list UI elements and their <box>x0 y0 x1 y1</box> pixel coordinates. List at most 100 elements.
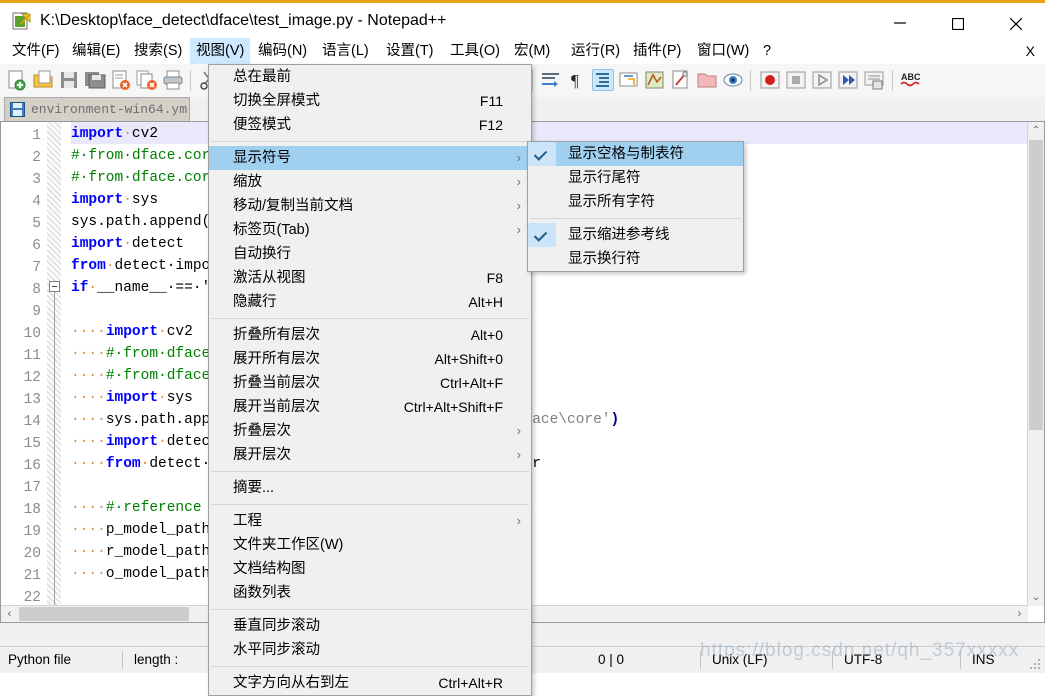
line-number: 9 <box>32 304 41 320</box>
macro-record-icon[interactable] <box>759 69 781 91</box>
menu-item-text-direction-rtl[interactable]: 文字方向从右到左 Ctrl+Alt+R <box>209 671 531 695</box>
menu-item-project[interactable]: 工程 › <box>209 509 531 533</box>
line-number: 13 <box>23 392 41 408</box>
menubar-item-plugins[interactable]: 插件(P) <box>627 38 687 64</box>
menu-item-fold-all[interactable]: 折叠所有层次 Alt+0 <box>209 323 531 347</box>
menu-item-function-list[interactable]: 函数列表 <box>209 581 531 605</box>
menu-item-label: 折叠所有层次 <box>233 327 320 343</box>
menubar-item-macro[interactable]: 宏(M) <box>508 38 556 64</box>
scroll-down-arrow-icon[interactable]: ⌄ <box>1028 589 1044 606</box>
submenu-item-label: 显示空格与制表符 <box>568 146 684 162</box>
menubar-item-tools[interactable]: 工具(O) <box>444 38 506 64</box>
scroll-right-arrow-icon[interactable]: › <box>1011 606 1028 622</box>
submenu-item-label: 显示所有字符 <box>568 194 655 210</box>
menu-item-synchronize-horizontal-scrolling[interactable]: 水平同步滚动 <box>209 638 531 662</box>
line-number: 4 <box>32 194 41 210</box>
save-all-icon[interactable] <box>84 69 106 91</box>
show-symbol-submenu[interactable]: 显示空格与制表符 显示行尾符 显示所有字符 显示缩进参考线 显示换行符 <box>527 141 744 272</box>
user-defined-language-icon[interactable] <box>644 69 666 91</box>
menu-item-collapse-level[interactable]: 折叠层次 › <box>209 419 531 443</box>
monitoring-icon[interactable] <box>722 69 744 91</box>
menu-item-synchronize-vertical-scrolling[interactable]: 垂直同步滚动 <box>209 614 531 638</box>
menu-item-label: 展开层次 <box>233 447 291 463</box>
new-file-icon[interactable] <box>6 69 28 91</box>
line-number: 16 <box>23 458 41 474</box>
view-dropdown-menu[interactable]: 总在最前 切换全屏模式 F11 便签模式 F12 显示符号 › 缩放 › 移动/复制当前… <box>208 64 532 696</box>
minimize-button[interactable] <box>877 6 923 38</box>
menu-item-label: 文件夹工作区(W) <box>233 537 344 553</box>
submenu-item-show-all-characters[interactable]: 显示所有字符 <box>528 190 743 214</box>
svg-text:ABC: ABC <box>901 72 921 82</box>
submenu-item-label: 显示换行符 <box>568 251 641 267</box>
line-number: 15 <box>23 436 41 452</box>
save-icon[interactable] <box>58 69 80 91</box>
menu-item-show-symbol[interactable]: 显示符号 › <box>209 146 531 170</box>
scroll-left-arrow-icon[interactable]: ‹ <box>1 606 18 622</box>
indent-guide-icon[interactable] <box>618 69 640 91</box>
menu-item-uncollapse-level[interactable]: 展开层次 › <box>209 443 531 467</box>
close-all-icon[interactable] <box>136 69 158 91</box>
submenu-item-show-wrap-symbol[interactable]: 显示换行符 <box>528 247 743 271</box>
menu-item-label: 垂直同步滚动 <box>233 618 320 634</box>
menubar-item-window[interactable]: 窗口(W) <box>691 38 755 64</box>
menu-item-document-map[interactable]: 文档结构图 <box>209 557 531 581</box>
macro-stop-icon[interactable] <box>785 69 807 91</box>
word-wrap-icon[interactable] <box>540 69 562 91</box>
menu-item-unfold-all[interactable]: 展开所有层次 Alt+Shift+0 <box>209 347 531 371</box>
document-tab[interactable]: environment-win64.ym <box>4 97 190 121</box>
menu-item-zoom[interactable]: 缩放 › <box>209 170 531 194</box>
menubar-item-search[interactable]: 搜索(S) <box>128 38 188 64</box>
menu-item-folder-as-workspace[interactable]: 文件夹工作区(W) <box>209 533 531 557</box>
close-button[interactable] <box>993 6 1039 38</box>
resize-grip-icon[interactable] <box>1030 659 1042 671</box>
menubar-item-settings[interactable]: 设置(T) <box>380 38 440 64</box>
open-file-icon[interactable] <box>32 69 54 91</box>
menu-item-focus-on-another-view[interactable]: 激活从视图 F8 <box>209 266 531 290</box>
submenu-item-show-white-space-and-tab[interactable]: 显示空格与制表符 <box>528 142 743 166</box>
menu-item-tab[interactable]: 标签页(Tab) › <box>209 218 531 242</box>
menubar-item-edit[interactable]: 编辑(E) <box>66 38 126 64</box>
pilcrow-icon[interactable]: ¶ <box>566 69 588 91</box>
horizontal-scroll-thumb[interactable] <box>19 607 189 621</box>
menubar-item-run[interactable]: 运行(R) <box>565 38 626 64</box>
close-file-icon[interactable] <box>110 69 132 91</box>
vertical-scroll-thumb[interactable] <box>1029 140 1043 430</box>
fold-margin-inner <box>61 122 71 622</box>
show-all-characters-icon[interactable] <box>592 69 614 91</box>
menu-item-toggle-fullscreen[interactable]: 切换全屏模式 F11 <box>209 89 531 113</box>
menu-item-word-wrap[interactable]: 自动换行 <box>209 242 531 266</box>
document-map-icon[interactable] <box>670 69 692 91</box>
menu-item-label: 文档结构图 <box>233 561 306 577</box>
macro-play-icon[interactable] <box>811 69 833 91</box>
menubar-item-language[interactable]: 语言(L) <box>316 38 375 64</box>
notepadpp-window: K:\Desktop\face_detect\dface\test_image.… <box>0 0 1045 696</box>
menubar-item-file[interactable]: 文件(F) <box>6 38 66 64</box>
submenu-item-label: 显示缩进参考线 <box>568 227 670 243</box>
menu-item-uncollapse-current-level[interactable]: 展开当前层次 Ctrl+Alt+Shift+F <box>209 395 531 419</box>
checkmark-icon <box>528 223 556 247</box>
fold-collapse-icon[interactable] <box>49 281 60 292</box>
status-encoding: UTF-8 <box>844 652 883 667</box>
editor-vertical-scrollbar[interactable]: ⌃ ⌄ <box>1027 122 1044 606</box>
macro-playmulti-icon[interactable] <box>837 69 859 91</box>
scroll-up-arrow-icon[interactable]: ⌃ <box>1028 122 1044 139</box>
menu-item-summary[interactable]: 摘要... <box>209 476 531 500</box>
close-document-button[interactable]: X <box>1026 38 1035 64</box>
menu-item-hide-lines[interactable]: 隐藏行 Alt+H <box>209 290 531 314</box>
spell-check-icon[interactable]: ABC <box>900 69 922 91</box>
line-number: 19 <box>23 524 41 540</box>
submenu-item-show-indent-guide[interactable]: 显示缩进参考线 <box>528 223 743 247</box>
menu-item-move-clone-document[interactable]: 移动/复制当前文档 › <box>209 194 531 218</box>
menubar-item-encoding[interactable]: 编码(N) <box>252 38 313 64</box>
menu-item-always-on-top[interactable]: 总在最前 <box>209 65 531 89</box>
code-line: import·cv2 <box>71 126 159 142</box>
maximize-button[interactable] <box>935 6 981 38</box>
macro-save-icon[interactable] <box>863 69 885 91</box>
print-icon[interactable] <box>162 69 184 91</box>
submenu-item-show-end-of-line[interactable]: 显示行尾符 <box>528 166 743 190</box>
menu-item-collapse-current-level[interactable]: 折叠当前层次 Ctrl+Alt+F <box>209 371 531 395</box>
menubar-item-view[interactable]: 视图(V) <box>190 38 251 64</box>
folder-workspace-icon[interactable] <box>696 69 718 91</box>
menu-item-post-it[interactable]: 便签模式 F12 <box>209 113 531 137</box>
menubar-item-help[interactable]: ? <box>757 38 777 64</box>
